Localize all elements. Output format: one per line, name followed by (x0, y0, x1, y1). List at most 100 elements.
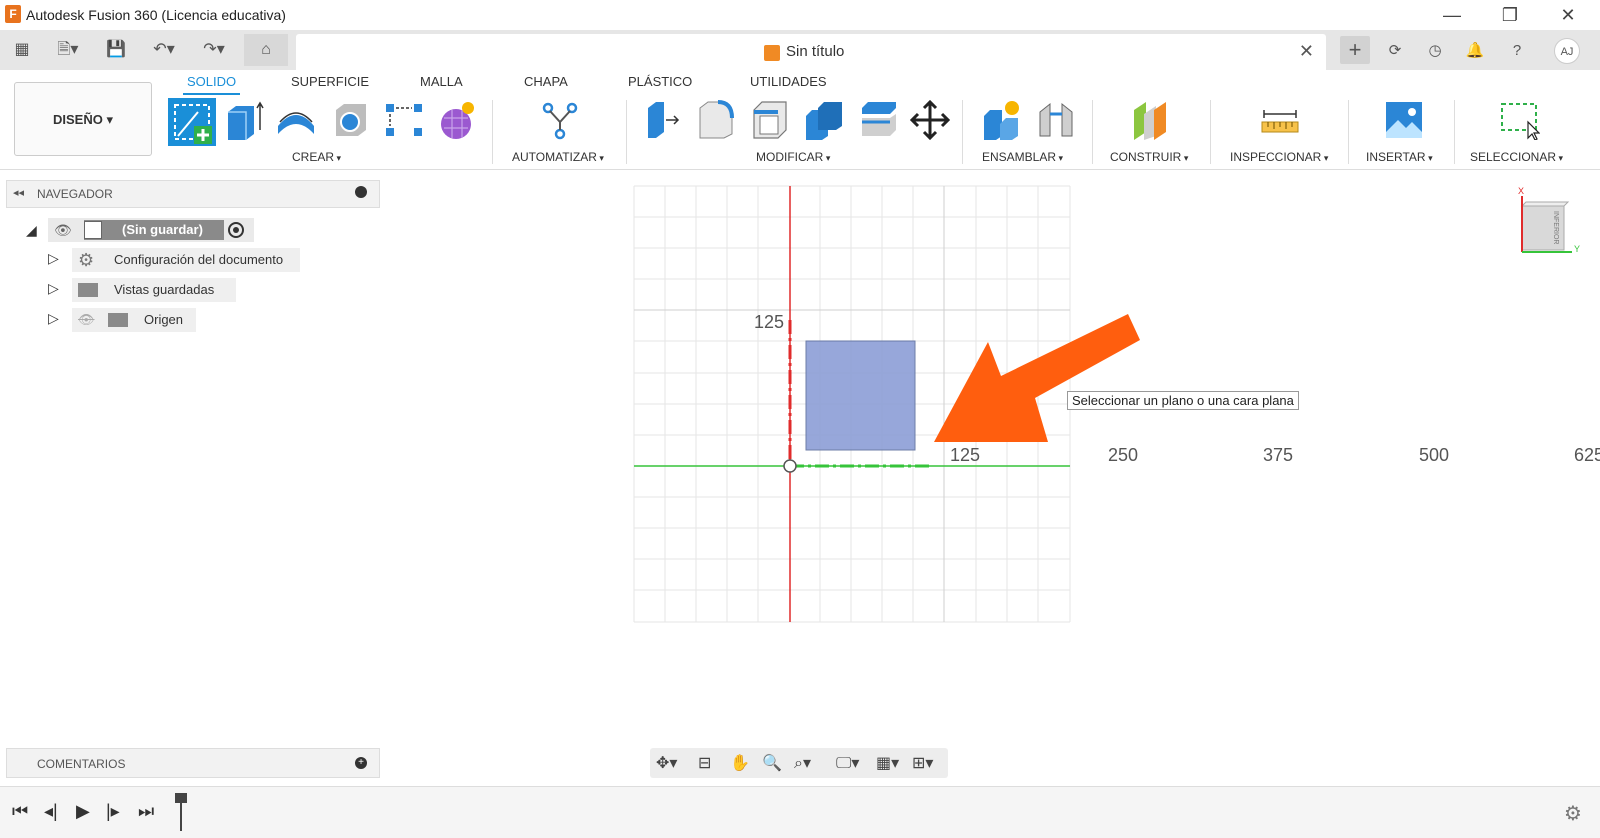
user-avatar[interactable]: AJ (1554, 38, 1580, 64)
comments-panel[interactable]: COMENTARIOS + (6, 748, 380, 778)
tab-chapa[interactable]: CHAPA (524, 74, 568, 89)
group-insertar-label[interactable]: INSERTAR (1366, 150, 1433, 164)
tab-malla[interactable]: MALLA (420, 74, 463, 89)
document-cube-icon (764, 45, 780, 61)
minimize-button[interactable]: — (1432, 3, 1472, 27)
group-crear-label[interactable]: CREAR (292, 150, 341, 164)
new-tab-button[interactable]: + (1340, 36, 1370, 64)
axis-label-x-500: 500 (1419, 445, 1450, 465)
apps-grid-icon[interactable]: ▦ (10, 38, 34, 62)
axis-label-x-625: 625 (1574, 445, 1600, 465)
document-tab[interactable]: Sin título ✕ (296, 34, 1326, 70)
add-comment-icon[interactable]: + (355, 757, 367, 769)
viewcube-x-label: X (1518, 186, 1525, 196)
title-bar: F Autodesk Fusion 360 (Licencia educativ… (0, 0, 1600, 30)
timeline-bar: ⏮ ◂| ▶ |▸ ⏭ ⚙ (0, 786, 1600, 838)
ribbon-separator (1348, 100, 1349, 164)
zoom-icon[interactable]: 🔍 (762, 753, 782, 773)
redo-icon[interactable]: ↷▾ (196, 38, 232, 62)
pan-hand-icon[interactable]: ✋ (730, 753, 750, 773)
ribbon-separator (962, 100, 963, 164)
sync-icon[interactable]: ⟳ (1382, 38, 1408, 64)
selection-tooltip: Seleccionar un plano o una cara plana (1067, 391, 1299, 410)
workspace-switcher[interactable]: DISEÑO ▾ (14, 82, 152, 156)
look-at-icon[interactable]: ⊟ (698, 753, 711, 773)
tab-utilidades[interactable]: UTILIDADES (750, 74, 827, 89)
help-icon[interactable]: ? (1504, 38, 1530, 64)
ribbon-separator (1092, 100, 1093, 164)
group-inspeccionar-label[interactable]: INSPECCIONAR (1230, 150, 1328, 164)
insert-image-icon[interactable] (1384, 100, 1424, 140)
shell-icon[interactable] (750, 100, 790, 140)
tab-superficie[interactable]: SUPERFICIE (291, 74, 369, 89)
tab-plastico[interactable]: PLÁSTICO (628, 74, 692, 89)
group-automatizar-label[interactable]: AUTOMATIZAR (512, 150, 604, 164)
create-form-icon[interactable] (436, 100, 476, 140)
tab-solido[interactable]: SOLIDO (182, 74, 241, 95)
ribbon-separator (626, 100, 627, 164)
close-window-button[interactable]: ✕ (1548, 3, 1588, 27)
navigation-bar: ✥▾ ⊟ ✋ 🔍 ⌕▾ 🖵▾ ▦▾ ⊞▾ (650, 748, 948, 778)
fusion-logo-icon: F (5, 5, 21, 23)
go-to-end-icon[interactable]: ⏭ (138, 801, 154, 822)
revolve-icon[interactable] (276, 100, 316, 140)
close-tab-icon[interactable]: ✕ (1299, 41, 1314, 62)
ribbon-separator (1454, 100, 1455, 164)
axis-label-x-250: 250 (1108, 445, 1139, 465)
viewcube-y-label: Y (1574, 244, 1581, 254)
extrude-icon[interactable] (224, 100, 264, 140)
ribbon-separator (492, 100, 493, 164)
display-settings-icon[interactable]: 🖵▾ (836, 753, 859, 773)
fillet-icon[interactable] (696, 100, 736, 140)
automate-icon[interactable] (540, 100, 580, 140)
axis-label-y-125: 125 (754, 312, 785, 332)
move-copy-icon[interactable] (910, 100, 950, 140)
restore-button[interactable]: ❐ (1490, 3, 1530, 27)
canvas-viewport[interactable] (0, 170, 1600, 740)
joint-icon[interactable] (1036, 100, 1076, 140)
orbit-icon[interactable]: ✥▾ (656, 753, 677, 773)
play-icon[interactable]: ▶ (76, 801, 90, 822)
window-title: Autodesk Fusion 360 (Licencia educativa) (26, 7, 286, 23)
group-modificar-label[interactable]: MODIFICAR (756, 150, 830, 164)
step-forward-icon[interactable]: |▸ (106, 801, 120, 822)
save-icon[interactable]: 💾 (104, 38, 128, 62)
timeline-marker[interactable] (180, 797, 182, 831)
offset-plane-icon[interactable] (1130, 100, 1170, 140)
quick-access-bar: ▦ 🗎▾ 💾 ↶▾ ↷▾ ⌂ Sin título ✕ + ⟳ ◷ 🔔 ? AJ (0, 30, 1600, 70)
new-component-icon[interactable] (982, 100, 1022, 140)
create-sketch-icon[interactable] (168, 98, 216, 146)
viewcube-face-label[interactable]: INFERIOR (1529, 208, 1559, 248)
press-pull-icon[interactable] (642, 100, 682, 140)
origin-point (783, 459, 797, 473)
group-construir-label[interactable]: CONSTRUIR (1110, 150, 1188, 164)
ribbon-separator (1210, 100, 1211, 164)
measure-icon[interactable] (1260, 100, 1300, 140)
hole-icon[interactable] (330, 100, 370, 140)
pattern-icon[interactable] (384, 100, 424, 140)
axis-label-x-375: 375 (1263, 445, 1294, 465)
undo-icon[interactable]: ↶▾ (146, 38, 182, 62)
annotation-arrow (934, 314, 1140, 442)
group-ensamblar-label[interactable]: ENSAMBLAR (982, 150, 1063, 164)
workspace-label: DISEÑO (53, 112, 103, 127)
document-tab-name: Sin título (786, 43, 845, 60)
fit-icon[interactable]: ⌕▾ (794, 753, 811, 773)
window-select-icon[interactable] (1500, 100, 1540, 140)
sketch-profile (805, 340, 916, 451)
grid-settings-icon[interactable]: ▦▾ (876, 753, 899, 773)
file-menu-icon[interactable]: 🗎▾ (50, 38, 86, 62)
replace-face-icon[interactable] (858, 100, 898, 140)
comments-title: COMENTARIOS (37, 757, 126, 771)
go-to-start-icon[interactable]: ⏮ (12, 801, 28, 822)
home-icon[interactable]: ⌂ (244, 34, 288, 66)
step-back-icon[interactable]: ◂| (44, 801, 58, 822)
timeline-settings-gear-icon[interactable]: ⚙ (1564, 801, 1582, 826)
viewports-icon[interactable]: ⊞▾ (912, 753, 933, 773)
combine-icon[interactable] (804, 100, 844, 140)
axis-label-x-125: 125 (950, 445, 981, 465)
group-seleccionar-label[interactable]: SELECCIONAR (1470, 150, 1563, 164)
job-status-icon[interactable]: ◷ (1422, 38, 1448, 64)
notifications-icon[interactable]: 🔔 (1462, 38, 1488, 64)
toolbar-ribbon: DISEÑO ▾ SOLIDO SUPERFICIE MALLA CHAPA P… (0, 70, 1600, 170)
